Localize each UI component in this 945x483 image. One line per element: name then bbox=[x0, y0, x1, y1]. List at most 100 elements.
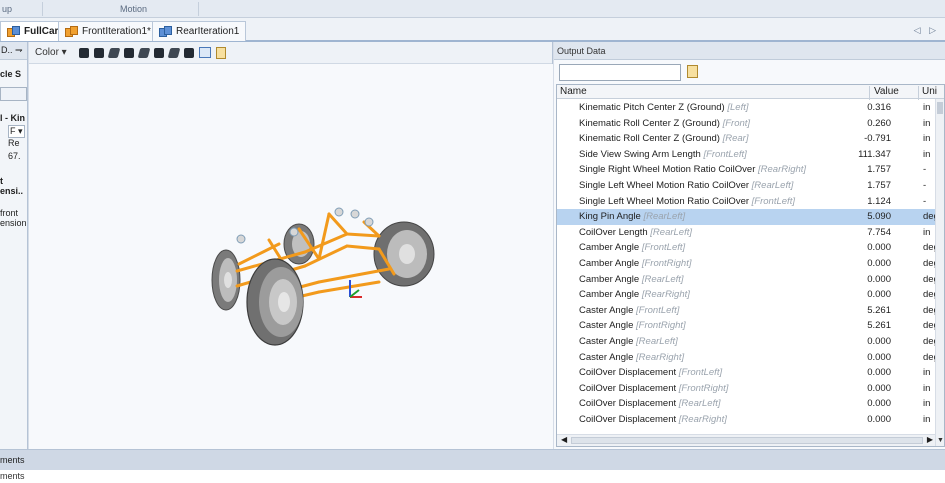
comments-text: ments bbox=[0, 470, 945, 483]
row-name-text: Camber Angle bbox=[579, 289, 640, 301]
row-qualifier: [RearLeft] bbox=[678, 398, 721, 410]
view-left-icon[interactable] bbox=[153, 47, 164, 58]
table-row[interactable]: Camber Angle [FrontLeft] 0.000 deg bbox=[557, 240, 939, 256]
row-value: 0.000 bbox=[867, 257, 891, 269]
row-qualifier: [FrontRight] bbox=[678, 382, 729, 394]
row-name: Single Right Wheel Motion Ratio CoilOver… bbox=[579, 164, 806, 175]
row-qualifier: [RearLeft] bbox=[751, 179, 794, 191]
row-qualifier: [FrontLeft] bbox=[678, 367, 723, 379]
table-row[interactable]: Caster Angle [RearLeft] 0.000 deg bbox=[557, 334, 939, 350]
row-name-text: Single Left Wheel Motion Ratio CoilOver bbox=[579, 195, 750, 207]
view-iso-icon[interactable] bbox=[78, 47, 89, 58]
view-bottom-icon[interactable] bbox=[183, 47, 194, 58]
table-row[interactable]: Single Right Wheel Motion Ratio CoilOver… bbox=[557, 162, 935, 178]
row-name: CoilOver Displacement [FrontRight] bbox=[579, 383, 728, 394]
table-row[interactable]: Kinematic Roll Center Z (Ground) [Rear] -… bbox=[557, 131, 935, 147]
row-value: 1.757 bbox=[867, 179, 891, 191]
tab-fullcar[interactable]: FullCar bbox=[0, 21, 66, 41]
table-row[interactable]: King Pin Angle [RearLeft] 5.090 deg bbox=[557, 209, 939, 225]
row-value: 7.754 bbox=[867, 226, 891, 238]
view-top-icon[interactable] bbox=[123, 47, 134, 58]
horizontal-scrollbar[interactable]: ◀ ▶ bbox=[557, 434, 935, 446]
view-front-icon[interactable] bbox=[93, 47, 104, 58]
row-qualifier: [Front] bbox=[722, 117, 751, 129]
view-rear-icon[interactable] bbox=[137, 47, 151, 58]
vertical-scrollbar[interactable]: ▼ bbox=[935, 99, 944, 446]
row-value: 0.260 bbox=[867, 117, 891, 129]
comments-title: ments bbox=[0, 455, 25, 465]
row-qualifier: [RearLeft] bbox=[650, 226, 693, 238]
front-label: front bbox=[0, 208, 19, 218]
row-name-text: CoilOver Displacement bbox=[579, 367, 677, 379]
3d-viewport[interactable]: Color ▾ bbox=[29, 42, 553, 449]
row-name: Kinematic Roll Center Z (Ground) [Rear] bbox=[579, 133, 748, 144]
table-row[interactable]: CoilOver Displacement [RearLeft] 0.000 in bbox=[557, 396, 935, 412]
suspension-model-scene[interactable] bbox=[29, 64, 553, 449]
value-text: 67. bbox=[8, 151, 21, 161]
view-side-icon[interactable] bbox=[107, 47, 121, 58]
table-row[interactable]: CoilOver Displacement [FrontRight] 0.000 i… bbox=[557, 381, 935, 397]
collapse-box[interactable] bbox=[0, 87, 27, 101]
row-qualifier: [FrontLeft] bbox=[636, 304, 680, 316]
output-data-grid: Name Value Uni Kinematic Pitch Center Z … bbox=[556, 84, 945, 447]
row-value: 0.000 bbox=[867, 289, 891, 301]
table-row[interactable]: Caster Angle [FrontLeft] 5.261 deg bbox=[557, 303, 939, 319]
row-qualifier: [FrontRight] bbox=[636, 320, 686, 332]
row-unit: in bbox=[923, 398, 931, 410]
kinematics-item[interactable]: l - Kin bbox=[0, 113, 25, 123]
row-name: CoilOver Displacement [RearRight] bbox=[579, 414, 727, 425]
ribbon-group-label-setup: up bbox=[2, 4, 13, 14]
row-value: 0.000 bbox=[867, 273, 891, 285]
row-qualifier: [FrontRight] bbox=[641, 257, 692, 269]
table-row[interactable]: CoilOver Length [RearLeft] 7.754 in bbox=[557, 225, 935, 241]
table-row[interactable]: Caster Angle [RearRight] 0.000 deg bbox=[557, 350, 939, 366]
row-name: Camber Angle [RearRight] bbox=[579, 289, 690, 300]
car-document-icon bbox=[7, 25, 21, 38]
car-document-icon bbox=[159, 25, 173, 38]
output-filter-input[interactable] bbox=[559, 64, 681, 81]
table-row[interactable]: Camber Angle [RearLeft] 0.000 deg bbox=[557, 272, 939, 288]
table-row[interactable]: CoilOver Displacement [FrontLeft] 0.000 in bbox=[557, 365, 935, 381]
row-name-text: Single Right Wheel Motion Ratio CoilOver bbox=[579, 164, 756, 176]
row-value: 5.090 bbox=[867, 211, 891, 223]
table-row[interactable]: Kinematic Pitch Center Z (Ground) [Left]… bbox=[557, 100, 935, 116]
column-header-unit[interactable]: Uni bbox=[922, 86, 937, 97]
column-header-value[interactable]: Value bbox=[874, 86, 899, 97]
screenshot-icon[interactable] bbox=[215, 46, 226, 59]
table-row[interactable]: Kinematic Roll Center Z (Ground) [Front]… bbox=[557, 116, 935, 132]
row-qualifier: [RearRight] bbox=[636, 351, 685, 363]
panel-header[interactable]: D.. ⇁ bbox=[0, 42, 27, 60]
row-name-text: Single Left Wheel Motion Ratio CoilOver bbox=[579, 179, 750, 191]
tab-frontiteration1[interactable]: FrontIteration1* bbox=[58, 21, 158, 41]
grid-toggle-icon[interactable] bbox=[198, 47, 211, 58]
row-unit: in bbox=[923, 413, 931, 425]
table-row[interactable]: CoilOver Displacement [RearRight] 0.000 in bbox=[557, 412, 935, 428]
document-tab-bar: FullCar FrontIteration1* RearIteration1 … bbox=[0, 18, 945, 42]
column-header-name[interactable]: Name bbox=[560, 86, 587, 97]
row-value: 1.124 bbox=[867, 195, 891, 207]
row-value: 0.000 bbox=[867, 242, 891, 254]
table-row[interactable]: Single Left Wheel Motion Ratio CoilOver … bbox=[557, 178, 935, 194]
tab-scroll-arrows[interactable]: ◁ ▷ bbox=[914, 25, 939, 36]
table-row[interactable]: Single Left Wheel Motion Ratio CoilOver … bbox=[557, 194, 935, 210]
car-document-icon bbox=[65, 25, 79, 38]
tab-reariteration1[interactable]: RearIteration1 bbox=[152, 21, 247, 41]
row-name-text: CoilOver Displacement bbox=[579, 413, 677, 425]
view-right-icon[interactable] bbox=[167, 47, 181, 58]
suspension-model bbox=[211, 207, 435, 346]
row-value: 5.261 bbox=[867, 304, 891, 316]
row-name: King Pin Angle [RearLeft] bbox=[579, 211, 685, 222]
table-row[interactable]: Camber Angle [FrontRight] 0.000 deg bbox=[557, 256, 939, 272]
table-row[interactable]: Caster Angle [FrontRight] 5.261 deg bbox=[557, 318, 939, 334]
suspension-sub-label: ension bbox=[0, 218, 27, 228]
row-name-text: Kinematic Roll Center Z (Ground) bbox=[579, 117, 720, 129]
clear-filter-icon[interactable] bbox=[687, 65, 698, 78]
grid-rows: Kinematic Pitch Center Z (Ground) [Left]… bbox=[557, 100, 939, 428]
color-menu[interactable]: Color ▾ bbox=[35, 47, 67, 58]
table-row[interactable]: Side View Swing Arm Length [FrontLeft] 11… bbox=[557, 147, 935, 163]
row-name: Caster Angle [RearRight] bbox=[579, 352, 684, 363]
table-row[interactable]: Camber Angle [RearRight] 0.000 deg bbox=[557, 287, 939, 303]
row-name-text: CoilOver Length bbox=[579, 226, 648, 238]
row-qualifier: [RearRight] bbox=[758, 164, 807, 176]
position-dropdown[interactable]: F ▾ bbox=[8, 125, 25, 138]
